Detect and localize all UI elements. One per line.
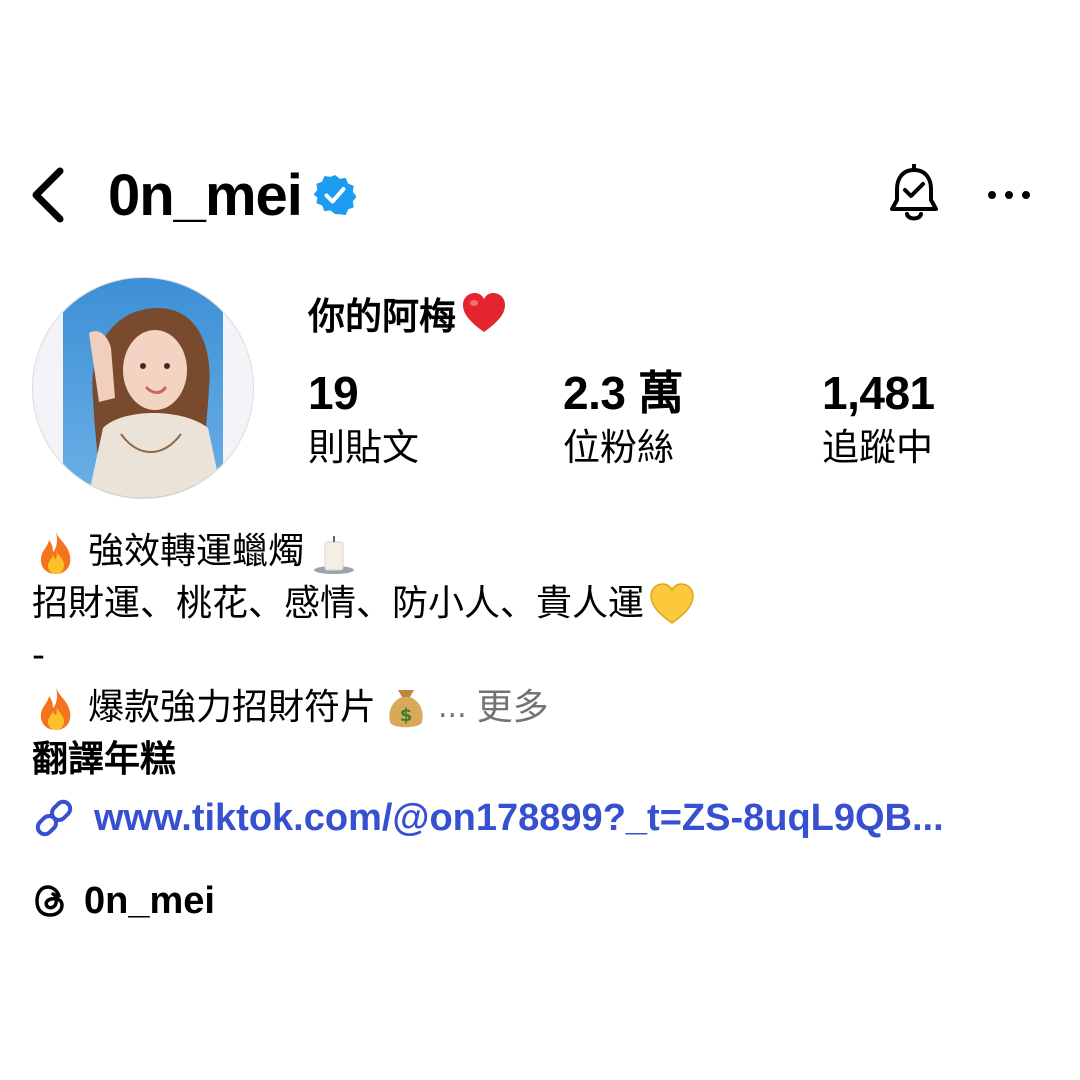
avatar[interactable] [32,277,254,499]
stat-followers[interactable]: 2.3 萬 位粉絲 [563,366,783,474]
verified-badge-icon [313,174,356,216]
bio-line-3: - [32,630,45,682]
bio-line-4-text: 爆款強力招財符片 [88,687,377,728]
following-count: 1,481 [822,367,935,419]
display-name: 你的阿梅 [308,285,508,341]
fire-icon [40,531,71,574]
notification-bell-button[interactable] [880,160,948,230]
fire-icon [40,687,71,730]
bio-ellipsis: ... [438,690,467,725]
profile-link[interactable]: www.tiktok.com/@on178899?_t=ZS-8uqL9QB..… [32,790,944,846]
more-options-button[interactable] [978,160,1040,230]
posts-label: 則貼文 [308,426,419,469]
candle-icon [314,536,355,574]
bell-check-icon [890,164,938,221]
bio-line-1: 強效轉運蠟燭 [32,526,358,578]
stat-posts[interactable]: 19 則貼文 [308,366,528,474]
chevron-left-icon [32,167,64,223]
bio-line-4: 爆款強力招財符片 $ ... 更多 [32,682,549,734]
link-icon [35,799,73,837]
bio-line-3-text: - [32,635,45,676]
profile-link-text: www.tiktok.com/@on178899?_t=ZS-8uqL9QB..… [94,796,944,839]
bio-category: 翻譯年糕 [32,734,176,786]
threads-handle: 0n_mei [84,879,215,922]
bio-line-2-text: 招財運、桃花、感情、防小人、貴人運 [32,583,645,624]
threads-badge[interactable]: 0n_mei [32,874,215,928]
bio-line-2: 招財運、桃花、感情、防小人、貴人運 [32,578,696,630]
posts-count: 19 [308,367,359,419]
followers-count: 2.3 萬 [563,367,684,419]
following-label: 追蹤中 [822,426,933,469]
display-name-text: 你的阿梅 [308,295,456,338]
bio-line-1-text: 強效轉運蠟燭 [88,531,305,572]
money-bag-icon: $ [389,690,423,728]
avatar-photo [33,278,253,498]
bio-category-text: 翻譯年糕 [32,739,177,780]
red-heart-icon [463,293,505,332]
profile-username-header: 0n_mei [108,160,356,230]
username-text: 0n_mei [108,162,303,228]
yellow-heart-icon [650,583,694,624]
followers-label: 位粉絲 [563,426,674,469]
back-button[interactable] [18,160,78,230]
svg-text:$: $ [400,705,413,726]
stat-following[interactable]: 1,481 追蹤中 [822,366,1042,474]
more-dots-icon [988,191,1030,199]
bio-more-link[interactable]: 更多 [477,682,549,734]
threads-icon [35,885,64,917]
